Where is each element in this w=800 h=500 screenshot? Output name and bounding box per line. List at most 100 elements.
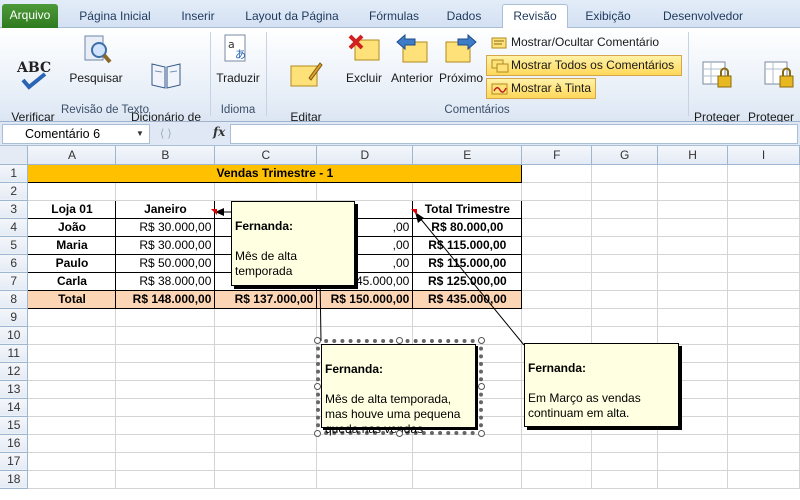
column-header[interactable]: I [727,146,800,165]
store-name-cell[interactable]: Paulo [27,253,117,273]
column-header[interactable]: F [521,146,593,165]
tab-arquivo[interactable]: Arquivo [2,4,58,28]
mostrar-ocultar-comentario-button[interactable]: Mostrar/Ocultar Comentário [486,32,676,53]
cell[interactable] [521,218,593,237]
row-header[interactable]: 2 [0,182,29,201]
resize-handle[interactable] [314,337,321,344]
row-header[interactable]: 17 [0,452,29,471]
traduzir-button[interactable]: aあ Traduzir [212,32,264,85]
pesquisar-button[interactable]: Pesquisar [68,32,124,85]
total-cell[interactable]: R$ 115.000,00 [412,235,523,255]
total-cell[interactable]: R$ 115.000,00 [412,253,523,273]
table-header-cell[interactable]: Janeiro [115,199,216,219]
cell[interactable] [521,164,593,183]
resize-handle[interactable] [478,383,485,390]
row-header[interactable]: 12 [0,362,29,381]
store-name-cell[interactable]: Carla [27,271,117,291]
row-header[interactable]: 6 [0,254,29,273]
column-header[interactable]: H [657,146,729,165]
comment-box-selected[interactable]: Fernanda: Mês de alta temporada, mas hou… [321,344,476,436]
insert-function-icon[interactable]: fx [213,125,225,139]
row-header[interactable]: 11 [0,344,29,363]
formula-input[interactable] [230,124,798,144]
row-header[interactable]: 5 [0,236,29,255]
tab-inserir[interactable]: Inserir [170,5,226,28]
cell[interactable] [521,290,593,309]
chevron-down-icon[interactable]: ▼ [136,129,144,138]
cell[interactable] [591,200,659,219]
column-header[interactable]: A [27,146,117,165]
total-label-cell[interactable]: Total [27,289,117,309]
row-header[interactable]: 10 [0,326,29,345]
row-header[interactable]: 13 [0,380,29,399]
cell[interactable] [727,236,800,255]
cell[interactable] [657,218,729,237]
resize-handle[interactable] [314,383,321,390]
cell[interactable] [657,254,729,273]
tab-formulas[interactable]: Fórmulas [358,5,430,28]
cell[interactable] [115,182,216,201]
cell[interactable] [727,290,800,309]
comment-box[interactable]: Fernanda: Mês de alta temporada [231,201,355,286]
select-all-corner[interactable] [0,146,29,165]
cell[interactable] [591,290,659,309]
row-header[interactable]: 15 [0,416,29,435]
row-header[interactable]: 4 [0,218,29,237]
cell[interactable] [591,182,659,201]
total-value-cell[interactable]: R$ 150.000,00 [316,289,414,309]
sheet-title-cell[interactable]: Vendas Trimestre - 1 [27,163,523,183]
column-header[interactable]: B [115,146,216,165]
cell[interactable] [521,236,593,255]
cell[interactable] [657,200,729,219]
proximo-comentario-button[interactable]: Próximo [436,32,486,85]
total-value-cell[interactable]: R$ 137.000,00 [214,289,318,309]
mostrar-todos-comentarios-button[interactable]: Mostrar Todos os Comentários [486,55,682,76]
row-header[interactable]: 16 [0,434,29,453]
row-header[interactable]: 7 [0,272,29,291]
value-cell[interactable]: R$ 30.000,00 [115,217,216,237]
cell[interactable] [591,218,659,237]
resize-handle[interactable] [396,337,403,344]
cell[interactable] [657,290,729,309]
tab-pagina-inicial[interactable]: Página Inicial [66,5,164,28]
row-header[interactable]: 8 [0,290,29,309]
value-cell[interactable]: R$ 50.000,00 [115,253,216,273]
resize-handle[interactable] [314,430,321,437]
comment-box[interactable]: Fernanda: Em Março as vendas continuam e… [524,343,679,427]
value-cell[interactable]: R$ 30.000,00 [115,235,216,255]
tab-exibicao[interactable]: Exibição [576,5,640,28]
store-name-cell[interactable]: João [27,217,117,237]
resize-handle[interactable] [396,430,403,437]
cell[interactable] [657,164,729,183]
row-header[interactable]: 1 [0,164,29,183]
column-header[interactable]: G [591,146,659,165]
cell[interactable] [591,236,659,255]
cell[interactable] [412,182,523,201]
tab-desenvolvedor[interactable]: Desenvolvedor [648,5,758,28]
resize-handle[interactable] [478,337,485,344]
resize-handle[interactable] [478,430,485,437]
tab-dados[interactable]: Dados [436,5,492,28]
row-header[interactable]: 14 [0,398,29,417]
mostrar-tinta-button[interactable]: Mostrar à Tinta [486,78,596,99]
cell[interactable] [657,272,729,291]
cell[interactable] [27,182,117,201]
cell[interactable] [316,182,414,201]
cell[interactable] [727,200,800,219]
total-value-cell[interactable]: R$ 148.000,00 [115,289,216,309]
tab-revisao[interactable]: Revisão [502,4,568,28]
column-header[interactable]: E [412,146,523,165]
cell[interactable] [591,164,659,183]
cell[interactable] [727,272,800,291]
excluir-comentario-button[interactable]: Excluir [342,32,386,85]
column-header[interactable]: D [316,146,414,165]
store-name-cell[interactable]: Maria [27,235,117,255]
comentario-anterior-button[interactable]: Anterior [388,32,436,85]
column-header[interactable]: C [214,146,318,165]
cell[interactable] [521,272,593,291]
row-header[interactable]: 18 [0,470,29,489]
cell[interactable] [727,164,800,183]
value-cell[interactable]: R$ 38.000,00 [115,271,216,291]
cell[interactable] [727,182,800,201]
cell[interactable] [214,182,318,201]
